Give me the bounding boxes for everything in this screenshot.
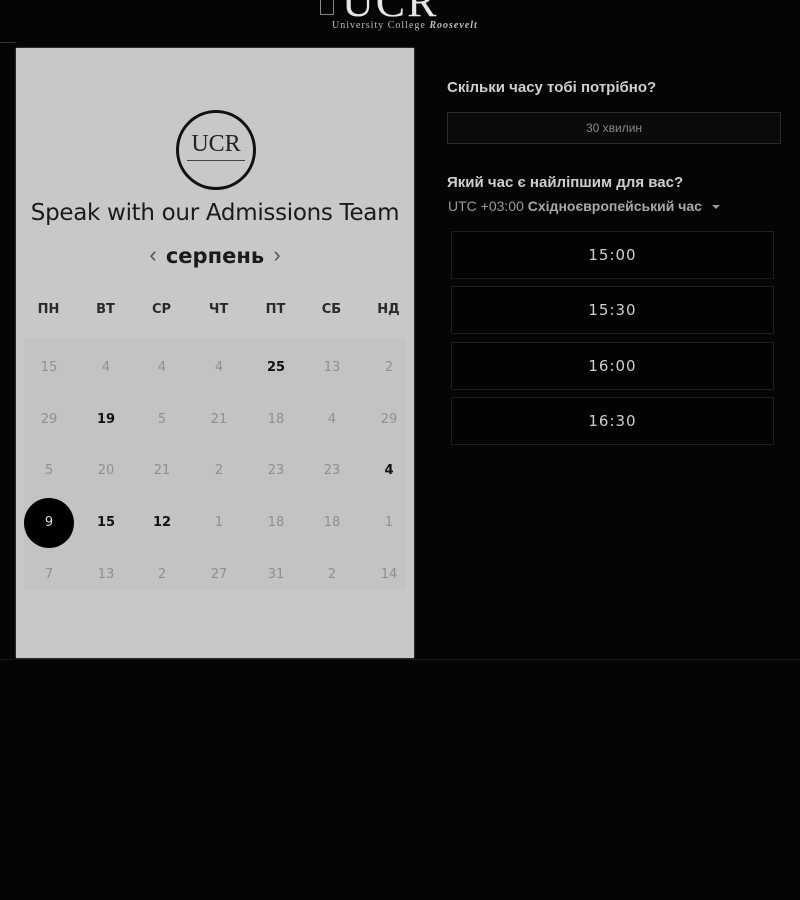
weekday-label: ВТ [96, 302, 115, 317]
available-day[interactable]: 19 [81, 395, 131, 445]
unavailable-day: 18 [267, 515, 285, 530]
unavailable-day: 21 [210, 412, 228, 427]
unavailable-day: 5 [157, 412, 167, 427]
time-slot-button[interactable]: 16:00 [451, 342, 774, 390]
selected-day[interactable]: 9 [24, 498, 74, 548]
weekday-label: ЧТ [208, 302, 229, 317]
time-slot-button[interactable]: 15:30 [451, 286, 774, 334]
available-day[interactable]: 15 [81, 498, 131, 548]
timezone-select[interactable]: UTC +03:00 Східноєвропейський час [448, 198, 720, 214]
unavailable-day: 29 [40, 412, 58, 427]
duration-select[interactable]: 30 хвилин [447, 112, 781, 144]
footer-divider [0, 659, 800, 660]
unavailable-day: 7 [44, 567, 54, 582]
unavailable-day: 18 [267, 412, 285, 427]
ucr-logo-line [187, 160, 245, 164]
unavailable-day: 18 [323, 515, 341, 530]
weekday-header: ПН ВТ СР ЧТ ПТ СБ НД [16, 302, 414, 322]
weekday-label: СБ [321, 302, 342, 317]
unavailable-day: 1 [214, 515, 224, 530]
unavailable-day: 20 [97, 463, 115, 478]
next-month-icon[interactable]: › [267, 242, 287, 268]
unavailable-day: 4 [214, 360, 224, 375]
unavailable-day: 13 [97, 567, 115, 582]
unavailable-day: 2 [157, 567, 167, 582]
month-nav: ‹ серпень › [16, 242, 414, 274]
duration-question: Скільки часу тобі потрібно? [447, 79, 657, 96]
header-logo-subtitle: University College Roosevelt [332, 20, 478, 31]
unavailable-day: 2 [384, 360, 394, 375]
unavailable-day: 4 [157, 360, 167, 375]
unavailable-day: 1 [384, 515, 394, 530]
unavailable-day: 2 [327, 567, 337, 582]
header-logo-subtitle-italic: Roosevelt [429, 20, 478, 31]
weekday-label: ПН [37, 302, 60, 317]
header-logo: UCR University College Roosevelt [320, 0, 510, 34]
unavailable-day: 2 [214, 463, 224, 478]
unavailable-day: 13 [323, 360, 341, 375]
header-divider [0, 42, 16, 51]
weekday-label: НД [377, 302, 400, 317]
timezone-name: Східноєвропейський час [527, 198, 702, 214]
weekday-label: ПТ [265, 302, 286, 317]
available-day[interactable]: 4 [364, 446, 414, 496]
time-question: Який час є найліпшим для вас? [447, 174, 684, 191]
unavailable-day: 23 [267, 463, 285, 478]
available-day[interactable]: 12 [137, 498, 187, 548]
caret-down-icon [711, 205, 720, 210]
ucr-logo-mark: UCR [191, 131, 241, 157]
month-label: серпень [165, 244, 265, 268]
available-day[interactable]: 25 [251, 343, 301, 393]
time-slot-button[interactable]: 15:00 [451, 231, 774, 279]
unavailable-day: 29 [380, 412, 398, 427]
tower-icon [320, 0, 334, 15]
unavailable-day: 27 [210, 567, 228, 582]
card-title: Speak with our Admissions Team [30, 200, 400, 226]
unavailable-day: 21 [153, 463, 171, 478]
unavailable-day: 4 [101, 360, 111, 375]
unavailable-day: 15 [40, 360, 58, 375]
timezone-offset: UTC +03:00 [448, 198, 524, 214]
unavailable-day: 31 [267, 567, 285, 582]
header-logo-subtitle-plain: University College [332, 20, 426, 31]
unavailable-day: 23 [323, 463, 341, 478]
ucr-logo: UCR [176, 110, 256, 190]
prev-month-icon[interactable]: ‹ [143, 242, 163, 268]
booking-card: UCR Speak with our Admissions Team ‹ сер… [16, 48, 414, 658]
weekday-label: СР [151, 302, 172, 317]
time-slot-button[interactable]: 16:30 [451, 397, 774, 445]
unavailable-day: 14 [380, 567, 398, 582]
unavailable-day: 4 [327, 412, 337, 427]
unavailable-day: 5 [44, 463, 54, 478]
